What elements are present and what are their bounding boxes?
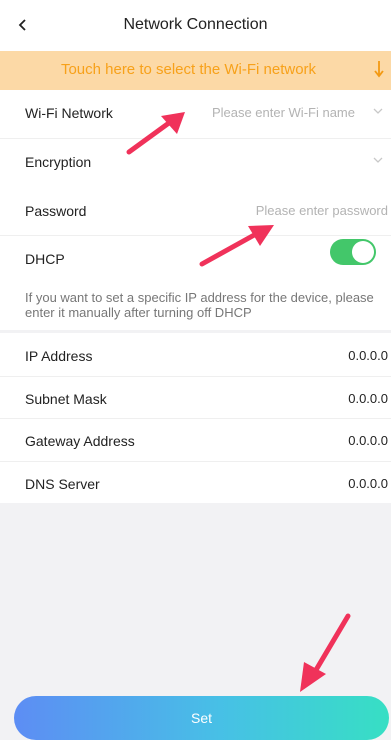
dhcp-hint-text: If you want to set a specific IP address… bbox=[25, 290, 374, 320]
subnet-mask-value: 0.0.0.0 bbox=[348, 391, 388, 406]
password-label: Password bbox=[25, 203, 87, 219]
annotation-arrow-icon bbox=[300, 613, 351, 692]
set-button[interactable]: Set bbox=[14, 696, 389, 740]
ip-address-value: 0.0.0.0 bbox=[348, 348, 388, 363]
banner-text: Touch here to select the Wi-Fi network bbox=[60, 61, 317, 78]
gateway-address-label: Gateway Address bbox=[25, 433, 135, 449]
select-wifi-banner[interactable]: Touch here to select the Wi-Fi network bbox=[0, 51, 391, 90]
header-bar: Network Connection bbox=[0, 0, 391, 51]
wifi-network-input[interactable]: Please enter Wi-Fi name bbox=[212, 105, 355, 120]
ip-address-row[interactable]: IP Address 0.0.0.0 bbox=[0, 333, 391, 381]
wifi-section: Wi-Fi Network Please enter Wi-Fi name En… bbox=[0, 90, 391, 188]
subnet-mask-row[interactable]: Subnet Mask 0.0.0.0 bbox=[0, 376, 391, 424]
dns-server-value: 0.0.0.0 bbox=[348, 476, 388, 491]
chevron-down-icon bbox=[373, 157, 383, 163]
password-input[interactable]: Please enter password bbox=[256, 203, 388, 218]
page-title: Network Connection bbox=[123, 16, 268, 33]
dhcp-label: DHCP bbox=[25, 251, 65, 267]
ip-address-label: IP Address bbox=[25, 348, 93, 364]
wifi-network-label: Wi-Fi Network bbox=[25, 105, 113, 121]
gateway-address-value: 0.0.0.0 bbox=[348, 433, 388, 448]
encryption-label: Encryption bbox=[25, 154, 92, 170]
network-fields-section: IP Address 0.0.0.0 Subnet Mask 0.0.0.0 G… bbox=[0, 333, 391, 503]
dns-server-label: DNS Server bbox=[25, 476, 100, 492]
wifi-network-row[interactable]: Wi-Fi Network Please enter Wi-Fi name bbox=[0, 90, 391, 138]
gateway-address-row[interactable]: Gateway Address 0.0.0.0 bbox=[0, 418, 391, 466]
dhcp-toggle[interactable] bbox=[330, 239, 376, 265]
arrow-down-icon bbox=[373, 59, 385, 84]
chevron-down-icon bbox=[373, 108, 383, 114]
subnet-mask-label: Subnet Mask bbox=[25, 391, 107, 407]
encryption-row[interactable]: Encryption bbox=[0, 139, 391, 187]
password-row[interactable]: Password Please enter password bbox=[0, 188, 391, 236]
dns-server-row[interactable]: DNS Server 0.0.0.0 bbox=[0, 461, 391, 509]
toggle-knob bbox=[352, 241, 374, 263]
set-button-label: Set bbox=[190, 710, 212, 726]
